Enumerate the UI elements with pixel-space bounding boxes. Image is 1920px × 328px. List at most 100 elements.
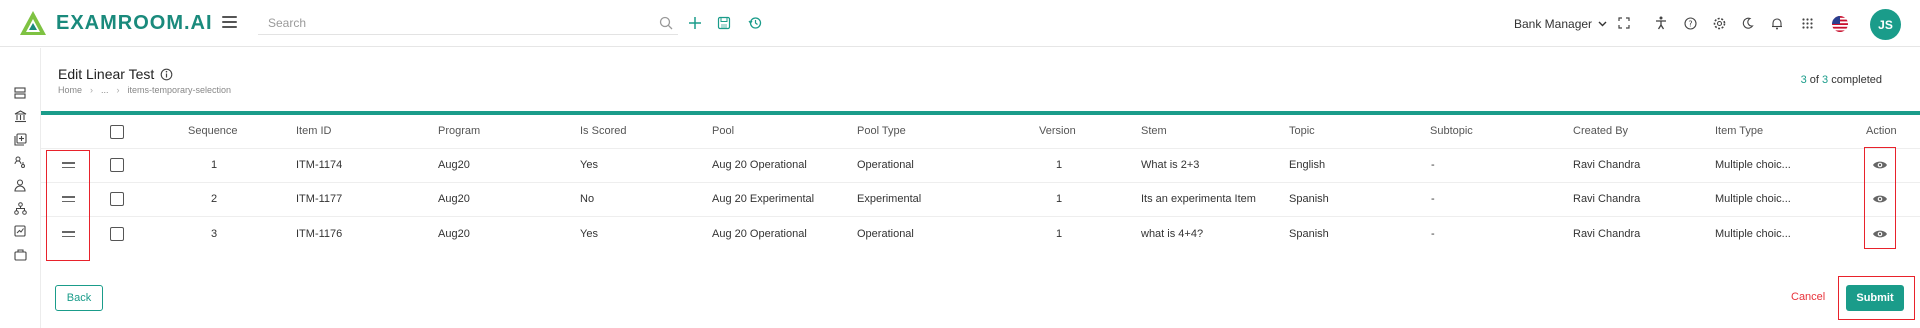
cell-program: Aug20 (438, 193, 470, 205)
cell-item-type: Multiple choic... (1715, 228, 1791, 240)
breadcrumb: Home › ... › items-temporary-selection (58, 85, 231, 95)
header-pool[interactable]: Pool (712, 125, 734, 137)
cell-is-scored: Yes (580, 228, 598, 240)
cell-sequence: 1 (211, 159, 218, 171)
users-flow-icon[interactable] (12, 154, 28, 170)
dark-mode-icon[interactable] (1739, 14, 1757, 32)
app-logo[interactable]: EXAMROOM.AI (18, 9, 213, 37)
cell-subtopic: - (1431, 159, 1435, 171)
chart-icon[interactable] (12, 223, 28, 239)
cell-item-type: Multiple choic... (1715, 193, 1791, 205)
fullscreen-icon[interactable] (1615, 14, 1633, 32)
header-action: Action (1866, 125, 1897, 137)
svg-text:?: ? (1688, 19, 1692, 28)
history-icon[interactable] (746, 14, 764, 32)
logo-icon (20, 11, 46, 35)
completion-status: 3 of 3 completed (1801, 74, 1882, 86)
settings-icon[interactable] (1710, 14, 1728, 32)
cell-version: 1 (1056, 159, 1063, 171)
page-title: Edit Linear Test (58, 66, 173, 82)
cell-pool: Aug 20 Experimental (712, 193, 815, 205)
drag-handle-icon[interactable] (62, 196, 75, 202)
us-flag-icon[interactable] (1832, 16, 1848, 32)
eye-icon[interactable] (1872, 191, 1888, 207)
sidebar (0, 48, 41, 328)
of-label: of (1809, 74, 1819, 86)
cell-pool: Aug 20 Operational (712, 159, 807, 171)
header-stem[interactable]: Stem (1141, 125, 1167, 137)
breadcrumb-home[interactable]: Home (58, 85, 82, 95)
search-bar (258, 11, 678, 35)
eye-icon[interactable] (1872, 226, 1888, 242)
database-icon[interactable] (12, 85, 28, 101)
header-pool-type[interactable]: Pool Type (857, 125, 906, 137)
drag-handle-icon[interactable] (62, 162, 75, 168)
notification-icon[interactable] (1768, 14, 1786, 32)
search-icon[interactable] (658, 15, 674, 31)
header-topic[interactable]: Topic (1289, 125, 1315, 137)
cell-program: Aug20 (438, 159, 470, 171)
completed-count: 3 (1800, 74, 1807, 86)
avatar[interactable]: JS (1870, 9, 1901, 40)
row-divider (41, 216, 1920, 217)
total-count: 3 (1822, 74, 1829, 86)
accessibility-icon[interactable] (1652, 14, 1670, 32)
header-subtopic[interactable]: Subtopic (1430, 125, 1473, 137)
add-icon[interactable] (686, 14, 704, 32)
row-checkbox[interactable] (110, 192, 124, 206)
row-checkbox[interactable] (110, 227, 124, 241)
page-title-text: Edit Linear Test (58, 66, 155, 82)
item-add-icon[interactable] (12, 131, 28, 147)
header-is-scored[interactable]: Is Scored (580, 125, 626, 137)
cell-topic: English (1289, 159, 1326, 171)
breadcrumb-separator-icon: › (116, 85, 120, 95)
save-icon[interactable] (715, 14, 733, 32)
cell-pool-type: Operational (857, 159, 914, 171)
user-icon[interactable] (12, 177, 28, 193)
cell-sequence: 2 (211, 193, 218, 205)
header-item-id[interactable]: Item ID (296, 125, 331, 137)
hierarchy-icon[interactable] (12, 200, 28, 216)
header-created-by[interactable]: Created By (1573, 125, 1628, 137)
cell-version: 1 (1056, 228, 1063, 240)
header-item-type[interactable]: Item Type (1715, 125, 1763, 137)
cancel-button[interactable]: Cancel (1791, 291, 1825, 303)
cell-item-id: ITM-1174 (296, 159, 343, 171)
cell-item-type: Multiple choic... (1715, 159, 1791, 171)
breadcrumb-separator-icon: › (90, 85, 94, 95)
cell-pool-type: Operational (857, 228, 914, 240)
drag-handle-icon[interactable] (62, 231, 75, 237)
menu-icon[interactable] (222, 16, 237, 28)
row-checkbox[interactable] (110, 158, 124, 172)
header-version[interactable]: Version (1039, 125, 1076, 137)
apps-grid-icon[interactable] (1798, 14, 1816, 32)
breadcrumb-current: items-temporary-selection (127, 85, 232, 95)
bank-icon[interactable] (12, 108, 28, 124)
role-selector[interactable]: Bank Manager (1514, 17, 1607, 31)
app-name: EXAMROOM.AI (56, 11, 213, 34)
cell-pool-type: Experimental (857, 193, 922, 205)
cell-created-by: Ravi Chandra (1573, 193, 1641, 205)
top-bar: EXAMROOM.AI Bank Manager ? (0, 0, 1920, 47)
header-sequence[interactable]: Sequence (188, 125, 238, 137)
eye-icon[interactable] (1872, 157, 1888, 173)
cell-topic: Spanish (1289, 228, 1329, 240)
cell-subtopic: - (1431, 193, 1435, 205)
select-all-checkbox[interactable] (110, 125, 124, 139)
help-icon[interactable]: ? (1681, 14, 1699, 32)
chevron-down-icon (1598, 21, 1607, 27)
cell-version: 1 (1056, 193, 1063, 205)
cell-item-id: ITM-1177 (296, 193, 343, 205)
header-program[interactable]: Program (438, 125, 480, 137)
cell-created-by: Ravi Chandra (1573, 228, 1641, 240)
search-input[interactable] (258, 15, 658, 30)
info-icon[interactable] (160, 68, 173, 81)
cell-topic: Spanish (1289, 193, 1329, 205)
folder-icon[interactable] (12, 246, 28, 262)
back-button[interactable]: Back (55, 285, 103, 311)
row-divider (41, 148, 1920, 149)
completed-label: completed (1831, 74, 1882, 86)
submit-button[interactable]: Submit (1846, 285, 1904, 311)
cell-sequence: 3 (211, 228, 218, 240)
breadcrumb-ellipsis[interactable]: ... (101, 85, 109, 95)
